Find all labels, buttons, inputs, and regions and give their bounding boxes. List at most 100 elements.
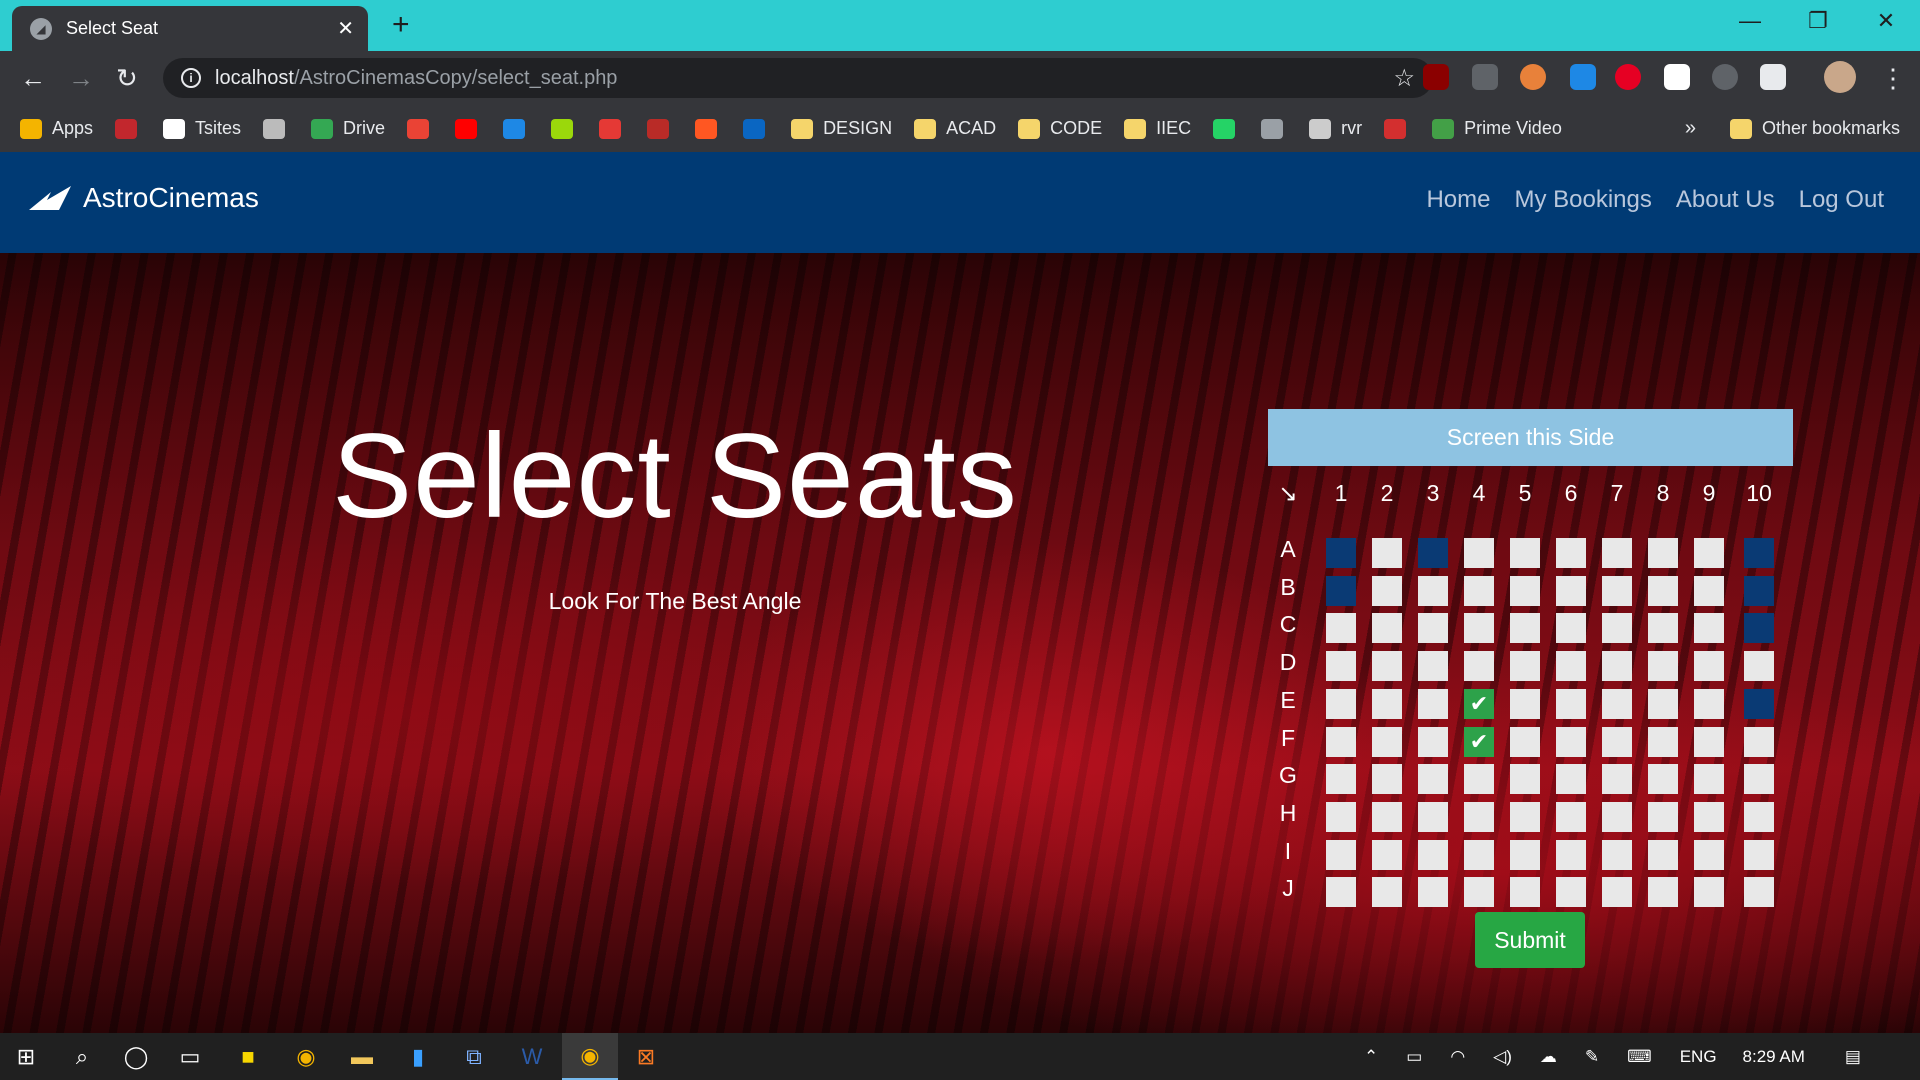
- bookmark-item[interactable]: [647, 118, 670, 139]
- seat-d3[interactable]: [1418, 651, 1448, 682]
- bookmarks-overflow-button[interactable]: »: [1685, 117, 1696, 140]
- seat-i5[interactable]: [1510, 839, 1540, 870]
- seat-i1[interactable]: [1326, 839, 1356, 870]
- seat-j10[interactable]: [1744, 877, 1774, 908]
- seat-h9[interactable]: [1694, 801, 1724, 832]
- seat-c5[interactable]: [1510, 613, 1540, 644]
- bookmark-item[interactable]: [1213, 118, 1236, 139]
- bookmark-item[interactable]: [1261, 118, 1284, 139]
- seat-c1[interactable]: [1326, 613, 1356, 644]
- language-indicator[interactable]: ENG: [1680, 1047, 1717, 1067]
- seat-j7[interactable]: [1602, 877, 1632, 908]
- seat-f9[interactable]: [1694, 726, 1724, 757]
- seat-j8[interactable]: [1648, 877, 1678, 908]
- tab-manager-extension-icon[interactable]: [1760, 64, 1786, 90]
- seat-h7[interactable]: [1602, 801, 1632, 832]
- xampp-icon[interactable]: ⊠: [622, 1033, 670, 1080]
- seat-h8[interactable]: [1648, 801, 1678, 832]
- seat-a6[interactable]: [1556, 538, 1586, 568]
- keyboard-icon[interactable]: ⌨: [1627, 1047, 1652, 1067]
- bookmark-item[interactable]: CODE: [1018, 118, 1102, 139]
- seat-d8[interactable]: [1648, 651, 1678, 682]
- chrome-active-icon[interactable]: ◉: [562, 1033, 618, 1080]
- seat-g9[interactable]: [1694, 764, 1724, 795]
- seat-b7[interactable]: [1602, 575, 1632, 606]
- seat-i2[interactable]: [1372, 839, 1402, 870]
- dark-mode-extension-icon[interactable]: [1712, 64, 1738, 90]
- seat-d7[interactable]: [1602, 651, 1632, 682]
- nav-home-link[interactable]: Home: [1426, 186, 1490, 214]
- profile-avatar[interactable]: [1824, 61, 1856, 93]
- seat-d10[interactable]: [1744, 651, 1774, 682]
- new-tab-button[interactable]: +: [392, 8, 410, 42]
- seat-b8[interactable]: [1648, 575, 1678, 606]
- bookmark-item[interactable]: [1384, 118, 1407, 139]
- seat-j4[interactable]: [1464, 877, 1494, 908]
- submit-button[interactable]: Submit: [1475, 912, 1585, 968]
- windows-start-icon[interactable]: ⊞: [0, 1033, 52, 1080]
- bookmark-item[interactable]: Prime Video: [1432, 118, 1562, 139]
- seat-d2[interactable]: [1372, 651, 1402, 682]
- seat-a4[interactable]: [1464, 538, 1494, 568]
- minimize-icon[interactable]: —: [1716, 6, 1784, 36]
- seat-j1[interactable]: [1326, 877, 1356, 908]
- seat-d5[interactable]: [1510, 651, 1540, 682]
- seat-g3[interactable]: [1418, 764, 1448, 795]
- seat-i9[interactable]: [1694, 839, 1724, 870]
- seat-e6[interactable]: [1556, 688, 1586, 719]
- forward-arrow-icon[interactable]: →: [68, 61, 94, 95]
- bookmark-item[interactable]: [503, 118, 526, 139]
- seat-a3[interactable]: [1418, 538, 1448, 568]
- seat-f6[interactable]: [1556, 726, 1586, 757]
- seat-j3[interactable]: [1418, 877, 1448, 908]
- bookmark-item[interactable]: DESIGN: [791, 118, 892, 139]
- site-info-icon[interactable]: i: [181, 68, 201, 88]
- pen-tray-icon[interactable]: ✎: [1585, 1047, 1599, 1067]
- other-bookmarks-folder[interactable]: Other bookmarks: [1729, 118, 1900, 139]
- wifi-icon[interactable]: ◠: [1450, 1047, 1465, 1067]
- ublock-extension-icon[interactable]: [1423, 64, 1449, 90]
- bookmark-item[interactable]: Apps: [20, 118, 93, 139]
- seat-c4[interactable]: [1464, 613, 1494, 644]
- volume-icon[interactable]: ◁): [1493, 1047, 1512, 1067]
- clock-time[interactable]: 8:29 AM: [1743, 1047, 1805, 1067]
- sticky-notes-icon[interactable]: ■: [224, 1033, 272, 1080]
- seat-h4[interactable]: [1464, 801, 1494, 832]
- seat-a1[interactable]: [1326, 538, 1356, 568]
- seat-f7[interactable]: [1602, 726, 1632, 757]
- seat-c10[interactable]: [1744, 613, 1774, 644]
- task-view-icon[interactable]: ▭: [166, 1033, 214, 1080]
- seat-b10[interactable]: [1744, 575, 1774, 606]
- close-window-icon[interactable]: ✕: [1852, 6, 1920, 36]
- seat-b2[interactable]: [1372, 575, 1402, 606]
- site-brand[interactable]: AstroCinemas: [29, 182, 259, 214]
- seat-i7[interactable]: [1602, 839, 1632, 870]
- seat-a5[interactable]: [1510, 538, 1540, 568]
- bookmark-item[interactable]: [743, 118, 766, 139]
- seat-g7[interactable]: [1602, 764, 1632, 795]
- seat-h6[interactable]: [1556, 801, 1586, 832]
- seat-j9[interactable]: [1694, 877, 1724, 908]
- seat-a9[interactable]: [1694, 538, 1724, 568]
- seat-e2[interactable]: [1372, 688, 1402, 719]
- notion-extension-icon[interactable]: [1664, 64, 1690, 90]
- seat-e7[interactable]: [1602, 688, 1632, 719]
- browser-menu-icon[interactable]: ⋮: [1880, 61, 1906, 95]
- pinterest-extension-icon[interactable]: [1615, 64, 1641, 90]
- seat-e5[interactable]: [1510, 688, 1540, 719]
- seat-d6[interactable]: [1556, 651, 1586, 682]
- seat-c6[interactable]: [1556, 613, 1586, 644]
- nav-log-out-link[interactable]: Log Out: [1799, 186, 1884, 214]
- seat-f4[interactable]: ✔: [1464, 726, 1494, 757]
- bookmark-item[interactable]: [551, 118, 574, 139]
- seat-f8[interactable]: [1648, 726, 1678, 757]
- seat-f10[interactable]: [1744, 726, 1774, 757]
- bookmark-item[interactable]: [115, 118, 138, 139]
- seat-e4[interactable]: ✔: [1464, 688, 1494, 719]
- battery-icon[interactable]: ▭: [1406, 1047, 1422, 1067]
- seat-c2[interactable]: [1372, 613, 1402, 644]
- seat-a10[interactable]: [1744, 538, 1774, 568]
- close-tab-icon[interactable]: ✕: [337, 16, 354, 41]
- bookmark-item[interactable]: IIEC: [1124, 118, 1191, 139]
- bookmark-item[interactable]: [695, 118, 718, 139]
